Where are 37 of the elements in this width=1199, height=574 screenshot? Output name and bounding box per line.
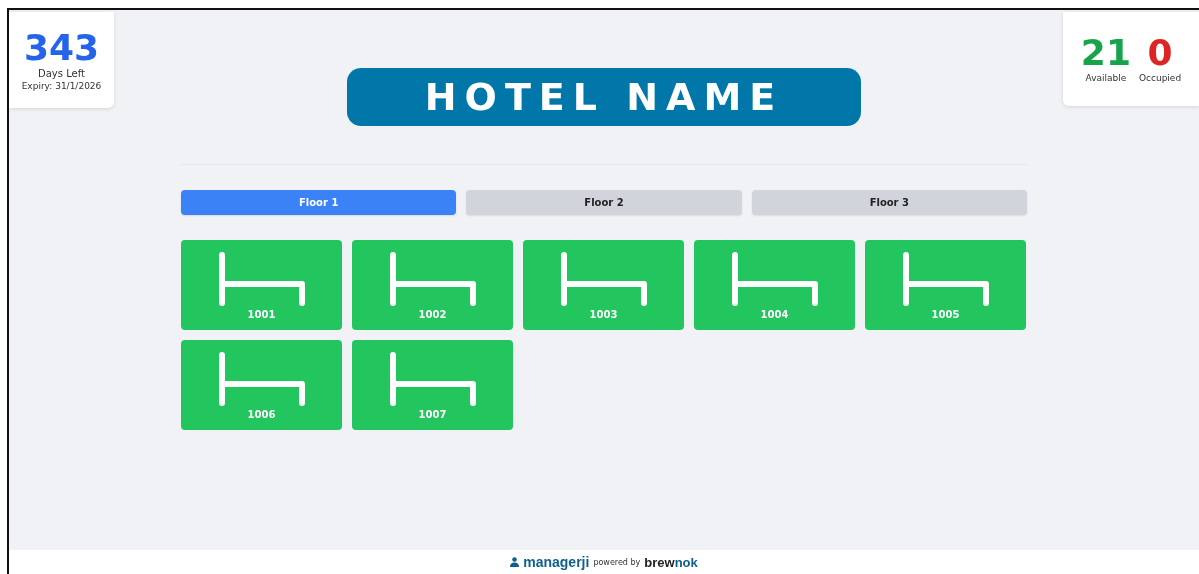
bed-icon: [559, 250, 648, 307]
room-tile[interactable]: 1004: [694, 240, 855, 330]
room-number: 1006: [247, 408, 276, 420]
expiry-date: Expiry: 31/1/2026: [21, 80, 102, 91]
room-tile[interactable]: 1002: [352, 240, 513, 330]
room-number: 1003: [589, 308, 618, 320]
room-number: 1005: [931, 308, 960, 320]
bed-icon: [388, 350, 477, 407]
bed-icon: [388, 250, 477, 307]
stat-label: Occupied: [1138, 73, 1182, 83]
person-icon: [510, 557, 520, 567]
bed-icon: [217, 250, 306, 307]
bed-icon: [730, 250, 819, 307]
app-logo-text: managerji: [523, 554, 590, 570]
stat-label: Available: [1085, 73, 1127, 83]
floor-tab[interactable]: Floor 2: [466, 190, 742, 215]
floor-tab[interactable]: Floor 3: [751, 190, 1027, 215]
bed-icon: [901, 250, 990, 307]
room-number: 1004: [760, 308, 789, 320]
room-number: 1007: [418, 408, 447, 420]
room-number: 1001: [247, 308, 276, 320]
room-tile[interactable]: 1003: [523, 240, 684, 330]
hotel-name-banner: HOTEL NAME: [347, 68, 861, 126]
bed-icon: [217, 350, 306, 407]
days-left-label: Days Left: [38, 67, 85, 79]
room-tile[interactable]: 1007: [352, 340, 513, 430]
room-number: 1002: [418, 308, 447, 320]
powered-by-text: powered by: [593, 557, 641, 567]
room-tile[interactable]: 1001: [181, 240, 342, 330]
room-tile[interactable]: 1005: [865, 240, 1026, 330]
vendor-logo-text: brew: [644, 554, 675, 570]
stat-value: 21: [1080, 35, 1131, 71]
vendor-logo-accent: nok: [674, 554, 698, 570]
room-tile[interactable]: 1006: [181, 340, 342, 430]
stat-value: 0: [1147, 35, 1173, 71]
floor-tab[interactable]: Floor 1: [181, 190, 457, 215]
days-left-count: 343: [23, 29, 100, 66]
